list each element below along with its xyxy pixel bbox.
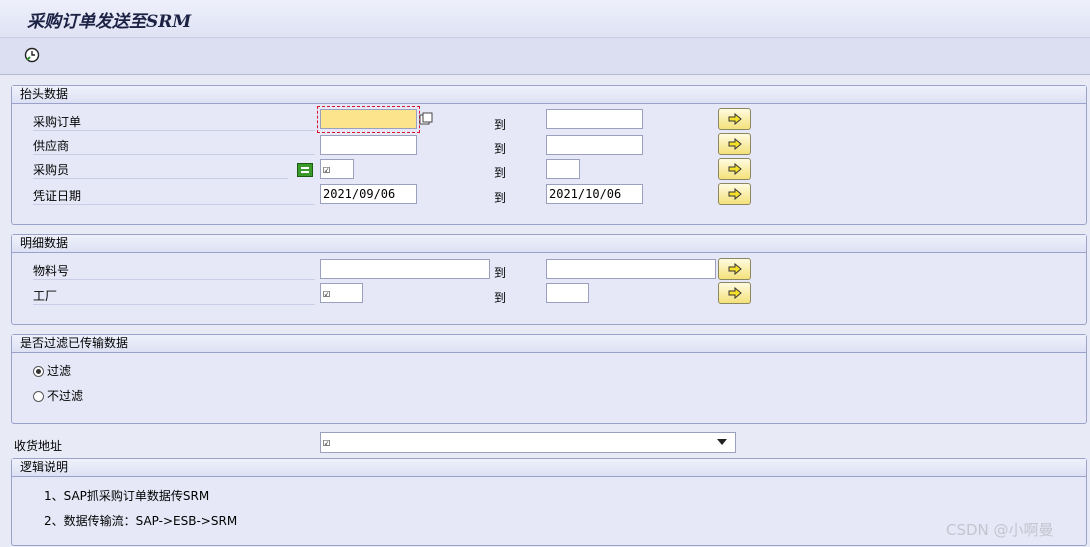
group-title: 明细数据 xyxy=(12,235,1086,253)
document-date-label: 凭证日期 xyxy=(33,187,315,205)
more-values-button[interactable] xyxy=(718,282,751,304)
material-from-input[interactable] xyxy=(320,259,490,279)
more-values-button[interactable] xyxy=(718,108,751,130)
filter-group: 是否过滤已传输数据 xyxy=(11,334,1087,424)
delivery-address-label: 收货地址 xyxy=(14,439,63,453)
more-values-button[interactable] xyxy=(718,133,751,155)
dropdown-value: ☑ xyxy=(323,435,331,449)
arrow-right-icon xyxy=(728,163,742,175)
purchase-order-label: 采购订单 xyxy=(33,113,315,131)
buyer-from-input[interactable]: ☑ xyxy=(320,159,354,179)
logic-line-1: 1、SAP抓采购订单数据传SRM xyxy=(44,489,210,503)
radio-button[interactable] xyxy=(33,366,44,377)
page-title: 采购订单发送至SRM xyxy=(27,12,192,32)
vendor-from-input[interactable] xyxy=(320,135,417,155)
arrow-right-icon xyxy=(728,263,742,275)
to-label: 到 xyxy=(494,142,507,156)
arrow-right-icon xyxy=(728,287,742,299)
execute-clock-icon[interactable] xyxy=(24,47,40,63)
arrow-right-icon xyxy=(728,138,742,150)
group-title: 逻辑说明 xyxy=(12,459,1086,477)
material-to-input[interactable] xyxy=(546,259,716,279)
title-bar: 采购订单发送至SRM xyxy=(0,0,1090,38)
vendor-label: 供应商 xyxy=(33,137,315,155)
plant-to-input[interactable] xyxy=(546,283,589,303)
buyer-label: 采购员 xyxy=(33,161,288,179)
to-label: 到 xyxy=(494,166,507,180)
group-title: 是否过滤已传输数据 xyxy=(12,335,1086,353)
document-date-to-input[interactable]: 2021/10/06 xyxy=(546,184,643,204)
radio-label: 过滤 xyxy=(47,364,72,378)
purchase-order-to-input[interactable] xyxy=(546,109,643,129)
to-label: 到 xyxy=(494,191,507,205)
to-label: 到 xyxy=(494,266,507,280)
buyer-to-input[interactable] xyxy=(546,159,580,179)
multiple-selection-icon[interactable] xyxy=(419,112,433,126)
purchase-order-from-input[interactable] xyxy=(320,109,417,129)
watermark: CSDN @小啊曼 xyxy=(946,521,1054,539)
dropdown-arrow-icon[interactable] xyxy=(717,439,727,445)
radio-button[interactable] xyxy=(33,391,44,402)
arrow-right-icon xyxy=(728,188,742,200)
radio-no-filter[interactable]: 不过滤 xyxy=(33,387,83,404)
vendor-to-input[interactable] xyxy=(546,135,643,155)
selection-option-icon[interactable] xyxy=(297,163,313,177)
toolbar xyxy=(0,38,1090,75)
more-values-button[interactable] xyxy=(718,183,751,205)
plant-from-input[interactable]: ☑ xyxy=(320,283,363,303)
to-label: 到 xyxy=(494,118,507,132)
group-title: 抬头数据 xyxy=(12,86,1086,104)
arrow-right-icon xyxy=(728,113,742,125)
radio-filter[interactable]: 过滤 xyxy=(33,362,71,379)
document-date-from-input[interactable]: 2021/09/06 xyxy=(320,184,417,204)
logic-line-2: 2、数据传输流：SAP->ESB->SRM xyxy=(44,514,238,528)
plant-label: 工厂 xyxy=(33,287,315,305)
more-values-button[interactable] xyxy=(718,258,751,280)
more-values-button[interactable] xyxy=(718,158,751,180)
delivery-address-dropdown[interactable]: ☑ xyxy=(320,432,736,453)
material-label: 物料号 xyxy=(33,262,315,280)
radio-label: 不过滤 xyxy=(47,389,84,403)
to-label: 到 xyxy=(494,291,507,305)
